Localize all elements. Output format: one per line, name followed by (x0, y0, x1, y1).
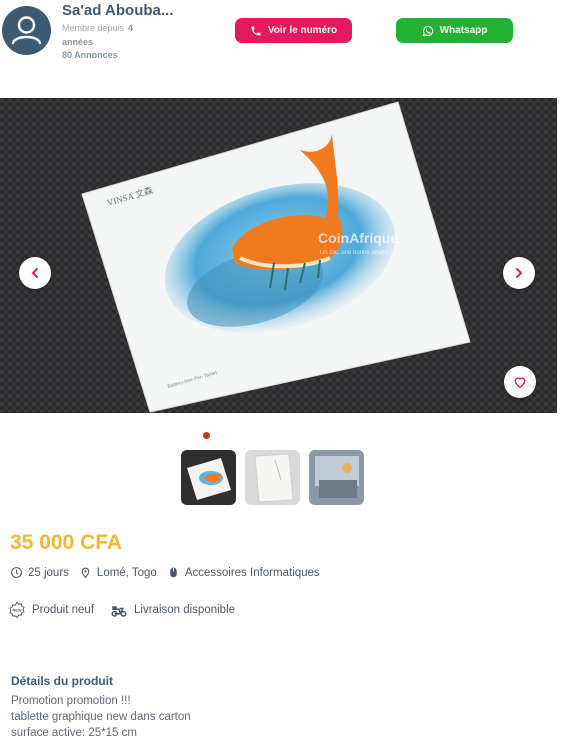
phone-icon (251, 26, 261, 35)
details-line: surface active: 25*15 cm (11, 727, 137, 739)
next-image-button[interactable] (503, 257, 535, 289)
member-since-label: Membre depuis (62, 23, 125, 33)
previous-image-button[interactable] (19, 257, 51, 289)
location-pin-icon (81, 567, 90, 579)
thumbnail-3[interactable] (309, 450, 364, 505)
watermark-title: CoinAfrique (318, 230, 398, 246)
show-phone-label: Voir le numéro (267, 25, 338, 36)
whatsapp-icon (422, 25, 433, 36)
delivery-scooter-icon (111, 606, 127, 617)
watermark-subtitle: Un clic, une bonne affaire (320, 250, 389, 256)
details-line: Promotion promotion !!! (11, 695, 131, 707)
details-line: tablette graphique new dans carton (11, 711, 191, 723)
thumbnail-3-image (309, 450, 364, 505)
product-meta: 25 jours Lomé, Togo Accessoires Informat… (10, 566, 330, 579)
user-icon (11, 16, 42, 45)
seller-ads-count[interactable]: 80 Annonces (62, 50, 118, 60)
seller-header: Sa'ad Abouba... Membre depuis 4 années 80… (0, 0, 566, 80)
thumbnail-1-image (181, 450, 236, 505)
product-features: NEW Produit neuf Livraison disponible (8, 601, 251, 619)
condition-info: NEW Produit neuf (8, 601, 94, 619)
thumbnail-2-image (245, 450, 300, 505)
heart-icon (514, 377, 526, 389)
favorite-button[interactable] (504, 366, 536, 398)
category-text: Accessoires Informatiques (184, 566, 320, 579)
seller-member-since: Membre depuis 4 (62, 23, 133, 33)
whatsapp-label: Whatsapp (439, 25, 488, 36)
thumbnail-strip (181, 450, 364, 505)
chevron-right-icon (516, 268, 523, 278)
posted-info: 25 jours (10, 566, 69, 579)
condition-text: Produit neuf (32, 604, 95, 616)
clock-icon (11, 567, 22, 578)
member-since-value: 4 (128, 23, 134, 33)
chevron-left-icon (31, 268, 38, 278)
image-gallery[interactable]: VINSA 文森 Battery-free Pen Tablet CoinAfr… (0, 98, 557, 413)
posted-text: 25 jours (28, 566, 69, 579)
delivery-info: Livraison disponible (110, 601, 235, 619)
mouse-icon (170, 567, 177, 578)
product-price: 35 000 CFA (10, 531, 123, 554)
details-body: Promotion promotion !!! tablette graphiq… (11, 693, 191, 741)
thumbnail-1[interactable] (181, 450, 236, 505)
location-info[interactable]: Lomé, Togo (79, 566, 157, 579)
seller-name[interactable]: Sa'ad Abouba... (62, 2, 173, 19)
location-text: Lomé, Togo (96, 566, 157, 579)
carousel-active-dot[interactable] (203, 432, 210, 439)
member-since-unit: années (62, 37, 94, 47)
seller-avatar[interactable] (2, 6, 51, 55)
thumbnail-2[interactable] (245, 450, 300, 505)
details-title: Détails du produit (11, 674, 113, 688)
new-badge-icon: NEW (9, 601, 25, 619)
product-photo: VINSA 文森 Battery-free Pen Tablet CoinAfr… (0, 98, 557, 413)
category-info[interactable]: Accessoires Informatiques (167, 566, 320, 579)
svg-text:NEW: NEW (13, 609, 22, 613)
show-phone-button[interactable]: Voir le numéro (235, 18, 352, 43)
whatsapp-button[interactable]: Whatsapp (396, 18, 513, 43)
delivery-text: Livraison disponible (134, 604, 236, 616)
